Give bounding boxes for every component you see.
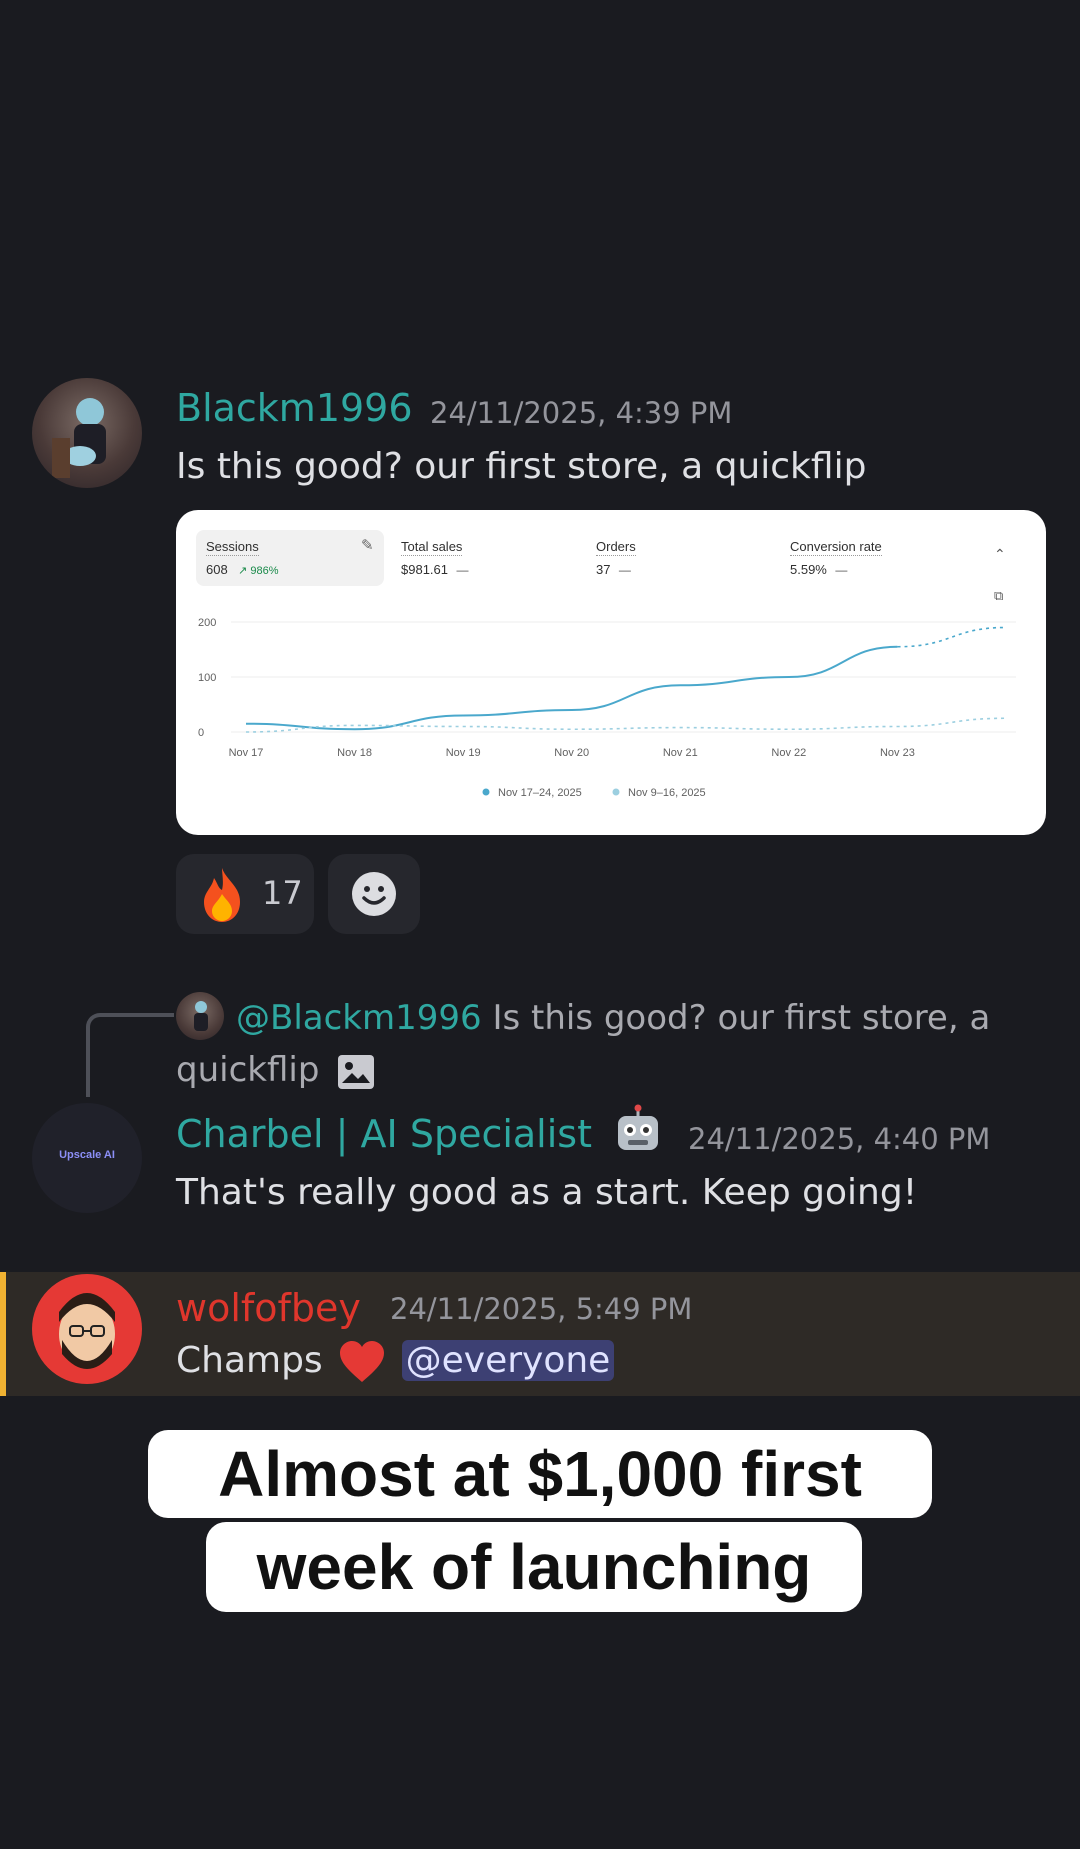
legend-label: Nov 9–16, 2025 <box>628 787 706 799</box>
reply-connector <box>86 1013 174 1097</box>
reply-mention[interactable]: @Blackm1996 <box>236 998 482 1038</box>
avatar-logo-text: Upscale AI <box>59 1149 115 1161</box>
avatar-wolfofbey[interactable] <box>32 1274 142 1384</box>
caption-banner-line2: week of launching <box>206 1522 862 1612</box>
message-text-content: Champs <box>176 1340 323 1381</box>
avatar-charbel[interactable]: Upscale AI <box>32 1103 142 1213</box>
caption-banner-line1: Almost at $1,000 first <box>148 1430 932 1518</box>
heart-icon <box>340 1341 385 1382</box>
reaction-count: 17 <box>262 874 303 912</box>
timestamp: 24/11/2025, 4:40 PM <box>688 1122 991 1156</box>
y-tick-label: 200 <box>198 617 216 629</box>
fire-icon <box>204 868 240 922</box>
x-tick-label: Nov 17 <box>229 747 264 759</box>
image-icon <box>338 1054 375 1089</box>
username-blackm1996[interactable]: Blackm1996 <box>176 386 413 430</box>
add-reaction-button[interactable] <box>328 854 420 934</box>
message-text: Champs @everyone <box>176 1340 615 1384</box>
message-text: Is this good? our first store, a quickfl… <box>176 446 867 487</box>
avatar-blackm1996[interactable] <box>32 378 142 488</box>
x-tick-label: Nov 20 <box>554 747 589 759</box>
y-tick-label: 100 <box>198 672 216 684</box>
x-tick-label: Nov 22 <box>771 747 806 759</box>
robot-icon <box>618 1104 658 1150</box>
legend-marker <box>482 788 490 796</box>
x-tick-label: Nov 23 <box>880 747 915 759</box>
timestamp: 24/11/2025, 4:39 PM <box>430 396 733 430</box>
reply-preview[interactable]: @Blackm1996 Is this good? our first stor… <box>176 992 996 1096</box>
message-text: That's really good as a start. Keep goin… <box>176 1172 918 1213</box>
reply-text-continued: quickflip <box>176 1050 320 1090</box>
everyone-mention[interactable]: @everyone <box>401 1340 615 1381</box>
series-line-current <box>245 645 898 731</box>
x-tick-label: Nov 21 <box>663 747 698 759</box>
x-tick-label: Nov 18 <box>337 747 372 759</box>
reply-text: Is this good? our first store, a <box>492 998 991 1038</box>
username-wolfofbey[interactable]: wolfofbey <box>176 1286 361 1330</box>
x-tick-label: Nov 19 <box>446 747 481 759</box>
add-reaction-icon <box>352 872 396 916</box>
legend-label: Nov 17–24, 2025 <box>498 787 582 799</box>
legend-marker <box>612 788 620 796</box>
series-line-current-partial <box>897 626 1007 648</box>
y-tick-label: 0 <box>198 727 204 739</box>
username-charbel[interactable]: Charbel | AI Specialist <box>176 1112 592 1156</box>
analytics-screenshot[interactable]: Sessions 608 ↗ 986% ✎ Total sales $981.6… <box>176 510 1046 835</box>
timestamp: 24/11/2025, 5:49 PM <box>390 1292 693 1326</box>
sessions-chart: 200 100 0 Nov 17 Nov 18 Nov 19 Nov 20 Nov 21 Nov… <box>198 617 1016 799</box>
reaction-fire[interactable]: 17 <box>176 854 314 934</box>
